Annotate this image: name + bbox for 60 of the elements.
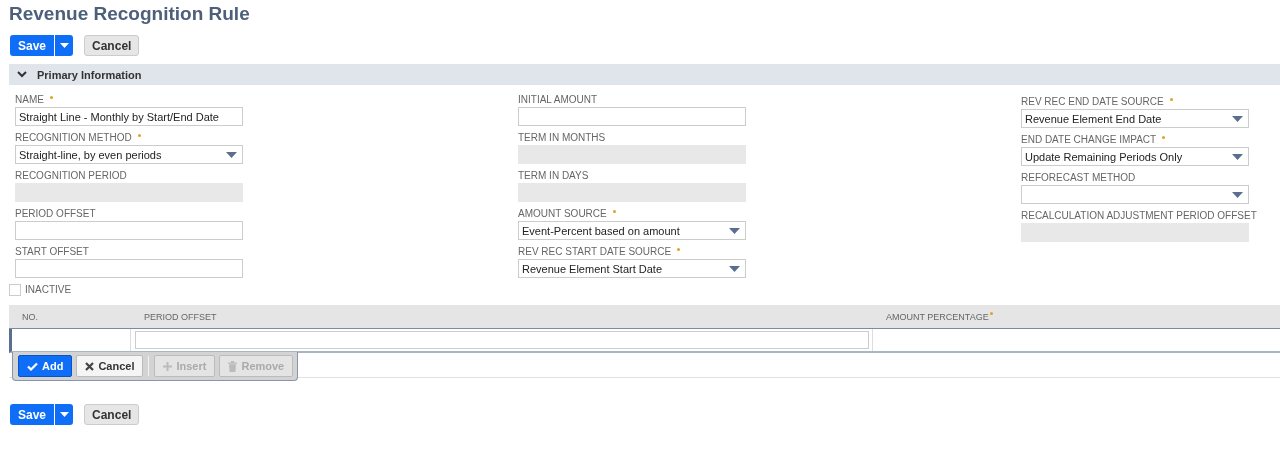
- field-value: Revenue Element Start Date: [522, 262, 663, 275]
- section-title: Primary Information: [37, 68, 142, 81]
- caret-icon: [59, 412, 69, 417]
- field-label: PERIOD OFFSET: [15, 208, 96, 220]
- field-label: AMOUNT SOURCE: [518, 208, 607, 220]
- text-field[interactable]: [15, 259, 243, 278]
- text-field[interactable]: [518, 107, 746, 126]
- field-label: NAME: [15, 94, 44, 106]
- dropdown-field[interactable]: Revenue Element End Date: [1021, 109, 1249, 128]
- field-label: RECALCULATION ADJUSTMENT PERIOD OFFSET: [1021, 210, 1257, 222]
- dropdown-field[interactable]: Straight-line, by even periods: [15, 145, 243, 164]
- section-header[interactable]: Primary Information: [9, 64, 1280, 85]
- dropdown-arrow-icon: [1232, 191, 1243, 198]
- close-icon: [85, 361, 95, 371]
- field-label: TERM IN DAYS: [518, 170, 589, 182]
- dropdown-field[interactable]: Update Remaining Periods Only: [1021, 147, 1249, 166]
- dropdown-arrow-icon: [1232, 115, 1243, 122]
- field-label: TERM IN MONTHS: [518, 132, 606, 144]
- field-value: Straight-line, by even periods: [19, 148, 162, 161]
- save-button[interactable]: Save: [10, 404, 55, 425]
- text-field[interactable]: [15, 221, 243, 240]
- save-menu-button[interactable]: [54, 35, 74, 56]
- checkbox[interactable]: [9, 284, 21, 296]
- dropdown-arrow-icon: [729, 265, 740, 272]
- dropdown-field[interactable]: Event-Percent based on amount: [518, 221, 746, 240]
- field-value: Straight Line - Monthly by Start/End Date: [19, 110, 219, 123]
- field-value: Event-Percent based on amount: [522, 224, 680, 237]
- field-label: REFORECAST METHOD: [1021, 172, 1136, 184]
- plus-icon: [163, 361, 173, 371]
- page-title: Revenue Recognition Rule: [8, 2, 251, 26]
- input-field[interactable]: [135, 331, 869, 349]
- text-field[interactable]: Straight Line - Monthly by Start/End Date: [15, 107, 243, 126]
- chevron-icon: [17, 71, 27, 78]
- column-header: PERIOD OFFSET: [144, 311, 217, 322]
- trash-icon: [228, 360, 238, 372]
- field-label: RECOGNITION METHOD: [15, 132, 132, 144]
- dropdown-field[interactable]: Revenue Element Start Date: [518, 259, 746, 278]
- add-button[interactable]: Add: [18, 355, 73, 377]
- save-menu-button[interactable]: [54, 404, 74, 425]
- cancel-button[interactable]: Cancel: [84, 35, 140, 56]
- column-header: NO.: [22, 311, 38, 322]
- field-label: START OFFSET: [15, 246, 89, 258]
- field-label: END DATE CHANGE IMPACT: [1021, 134, 1157, 146]
- column-header: AMOUNT PERCENTAGE: [886, 311, 989, 322]
- field-label: RECOGNITION PERIOD: [15, 170, 127, 182]
- field-label: INITIAL AMOUNT: [518, 94, 598, 106]
- dropdown-arrow-icon: [729, 227, 740, 234]
- checkmark-icon: [27, 361, 38, 371]
- dropdown-field[interactable]: [1021, 185, 1249, 204]
- field-label: REV REC START DATE SOURCE: [518, 246, 672, 258]
- dropdown-arrow-icon: [1232, 153, 1243, 160]
- dropdown-arrow-icon: [226, 151, 237, 158]
- field-value: Revenue Element End Date: [1025, 112, 1162, 125]
- field-value: Update Remaining Periods Only: [1025, 150, 1183, 163]
- save-button[interactable]: Save: [10, 35, 55, 56]
- cancel-button[interactable]: Cancel: [84, 404, 140, 425]
- field-label: REV REC END DATE SOURCE: [1021, 96, 1164, 108]
- caret-icon: [59, 43, 69, 48]
- cancel-button[interactable]: Cancel: [76, 355, 144, 377]
- checkbox-label: INACTIVE: [25, 284, 72, 296]
